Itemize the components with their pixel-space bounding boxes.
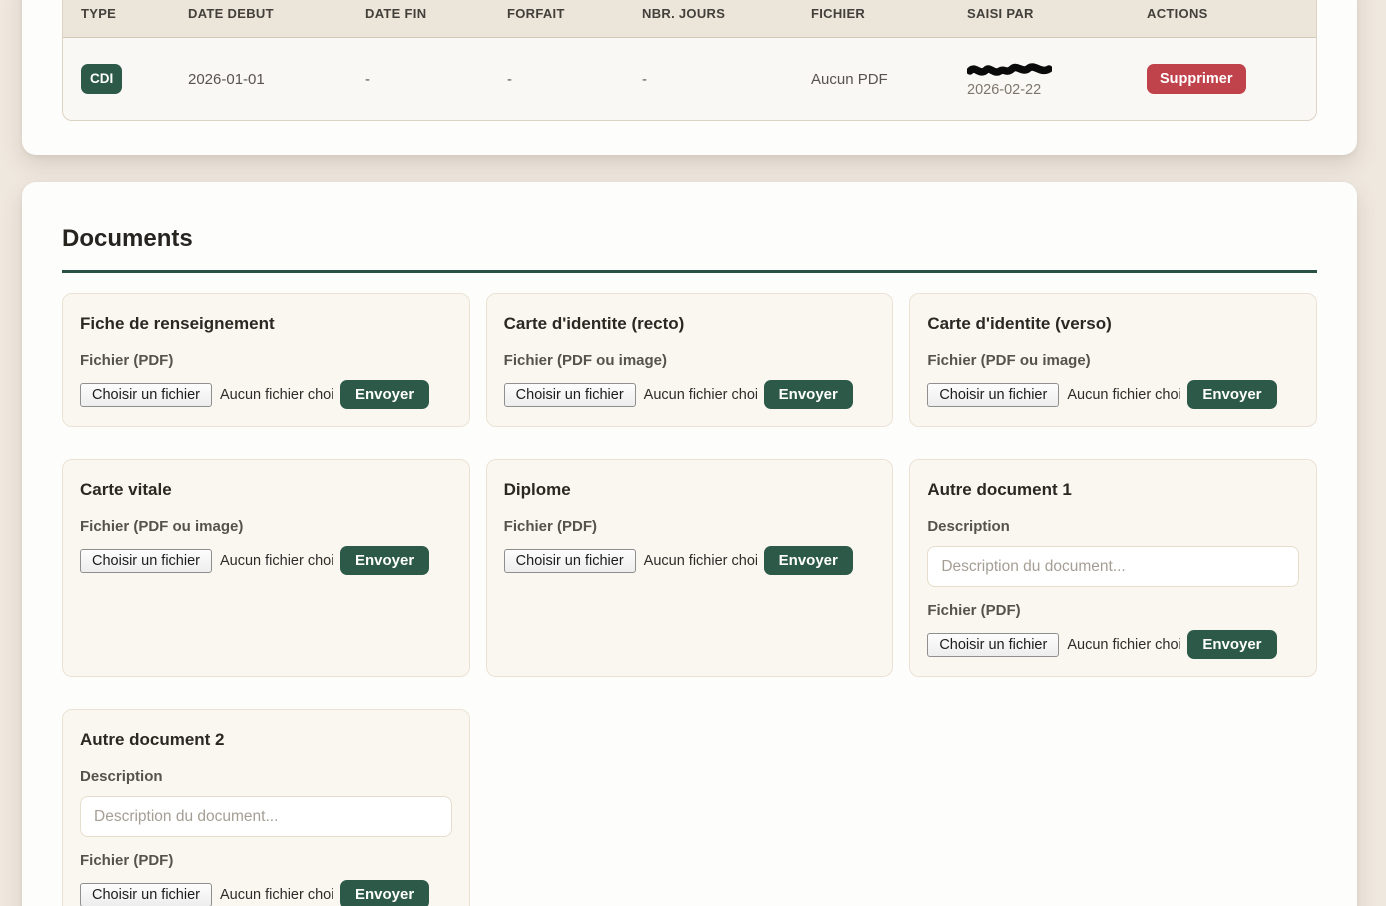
envoyer-button[interactable]: Envoyer xyxy=(1187,630,1276,659)
doc-card-carte-identite-recto: Carte d'identite (recto) Fichier (PDF ou… xyxy=(486,293,894,427)
file-input[interactable]: Choisir un fichier Aucun fichier choisi xyxy=(80,883,333,906)
cell-nbr-jours: - xyxy=(642,38,811,121)
col-date-fin: DATE FIN xyxy=(365,0,507,38)
documents-heading: Documents xyxy=(62,224,1317,254)
choose-file-button[interactable]: Choisir un fichier xyxy=(80,883,212,906)
file-status-text: Aucun fichier choisi xyxy=(220,553,333,569)
doc-card-title: Autre document 2 xyxy=(80,730,452,750)
table-row: CDI 2026-01-01 - - - Aucun PDF 2026-02-2… xyxy=(63,38,1316,121)
file-status-text: Aucun fichier choisi xyxy=(1067,387,1180,403)
col-type: TYPE xyxy=(63,0,188,38)
table-header-row: TYPE DATE DEBUT DATE FIN FORFAIT NBR. JO… xyxy=(63,0,1316,38)
envoyer-button[interactable]: Envoyer xyxy=(340,880,429,906)
file-status-text: Aucun fichier choisi xyxy=(220,887,333,903)
file-label: Fichier (PDF) xyxy=(504,518,876,535)
documents-grid: Fiche de renseignement Fichier (PDF) Cho… xyxy=(62,293,1317,906)
file-status-text: Aucun fichier choisi xyxy=(644,553,757,569)
description-input[interactable] xyxy=(80,796,452,837)
choose-file-button[interactable]: Choisir un fichier xyxy=(927,383,1059,407)
file-label: Fichier (PDF) xyxy=(80,852,452,869)
col-saisi-par: SAISI PAR xyxy=(967,0,1147,38)
documents-panel: Documents Fiche de renseignement Fichier… xyxy=(22,182,1357,906)
doc-card-fiche-de-renseignement: Fiche de renseignement Fichier (PDF) Cho… xyxy=(62,293,470,427)
cell-fichier: Aucun PDF xyxy=(811,38,967,121)
description-label: Description xyxy=(80,768,452,785)
description-label: Description xyxy=(927,518,1299,535)
redacted-name-scribble xyxy=(967,61,1052,79)
doc-card-title: Autre document 1 xyxy=(927,480,1299,500)
description-input[interactable] xyxy=(927,546,1299,587)
file-label: Fichier (PDF ou image) xyxy=(80,518,452,535)
envoyer-button[interactable]: Envoyer xyxy=(764,380,853,409)
choose-file-button[interactable]: Choisir un fichier xyxy=(504,383,636,407)
contracts-table: TYPE DATE DEBUT DATE FIN FORFAIT NBR. JO… xyxy=(62,0,1317,121)
file-input[interactable]: Choisir un fichier Aucun fichier choisi xyxy=(80,549,333,573)
envoyer-button[interactable]: Envoyer xyxy=(764,546,853,575)
file-input[interactable]: Choisir un fichier Aucun fichier choisi xyxy=(80,383,333,407)
doc-card-carte-vitale: Carte vitale Fichier (PDF ou image) Choi… xyxy=(62,459,470,677)
doc-card-title: Fiche de renseignement xyxy=(80,314,452,334)
file-input[interactable]: Choisir un fichier Aucun fichier choisi xyxy=(927,383,1180,407)
col-forfait: FORFAIT xyxy=(507,0,642,38)
doc-card-title: Carte d'identite (verso) xyxy=(927,314,1299,334)
envoyer-button[interactable]: Envoyer xyxy=(340,546,429,575)
envoyer-button[interactable]: Envoyer xyxy=(1187,380,1276,409)
cell-date-debut: 2026-01-01 xyxy=(188,38,365,121)
col-actions: ACTIONS xyxy=(1147,0,1316,38)
envoyer-button[interactable]: Envoyer xyxy=(340,380,429,409)
file-status-text: Aucun fichier choisi xyxy=(644,387,757,403)
file-label: Fichier (PDF ou image) xyxy=(927,352,1299,369)
col-nbr-jours: NBR. JOURS xyxy=(642,0,811,38)
page: TYPE DATE DEBUT DATE FIN FORFAIT NBR. JO… xyxy=(0,0,1386,906)
file-status-text: Aucun fichier choisi xyxy=(220,387,333,403)
cell-forfait: - xyxy=(507,38,642,121)
file-status-text: Aucun fichier choisi xyxy=(1067,637,1180,653)
file-input[interactable]: Choisir un fichier Aucun fichier choisi xyxy=(504,383,757,407)
choose-file-button[interactable]: Choisir un fichier xyxy=(504,549,636,573)
contracts-panel: TYPE DATE DEBUT DATE FIN FORFAIT NBR. JO… xyxy=(22,0,1357,155)
col-date-debut: DATE DEBUT xyxy=(188,0,365,38)
doc-card-title: Diplome xyxy=(504,480,876,500)
choose-file-button[interactable]: Choisir un fichier xyxy=(927,633,1059,657)
doc-card-title: Carte vitale xyxy=(80,480,452,500)
doc-card-diplome: Diplome Fichier (PDF) Choisir un fichier… xyxy=(486,459,894,677)
file-label: Fichier (PDF) xyxy=(927,602,1299,619)
doc-card-carte-identite-verso: Carte d'identite (verso) Fichier (PDF ou… xyxy=(909,293,1317,427)
file-label: Fichier (PDF ou image) xyxy=(504,352,876,369)
doc-card-autre-document-1: Autre document 1 Description Fichier (PD… xyxy=(909,459,1317,677)
cell-saisi-par: 2026-02-22 xyxy=(967,38,1147,121)
cell-date-fin: - xyxy=(365,38,507,121)
doc-card-title: Carte d'identite (recto) xyxy=(504,314,876,334)
saisi-par-date: 2026-02-22 xyxy=(967,82,1147,98)
documents-heading-rule xyxy=(62,270,1317,273)
contract-type-badge: CDI xyxy=(81,64,122,94)
choose-file-button[interactable]: Choisir un fichier xyxy=(80,549,212,573)
file-label: Fichier (PDF) xyxy=(80,352,452,369)
doc-card-autre-document-2: Autre document 2 Description Fichier (PD… xyxy=(62,709,470,906)
file-input[interactable]: Choisir un fichier Aucun fichier choisi xyxy=(504,549,757,573)
col-fichier: FICHIER xyxy=(811,0,967,38)
supprimer-button[interactable]: Supprimer xyxy=(1147,64,1246,94)
file-input[interactable]: Choisir un fichier Aucun fichier choisi xyxy=(927,633,1180,657)
choose-file-button[interactable]: Choisir un fichier xyxy=(80,383,212,407)
